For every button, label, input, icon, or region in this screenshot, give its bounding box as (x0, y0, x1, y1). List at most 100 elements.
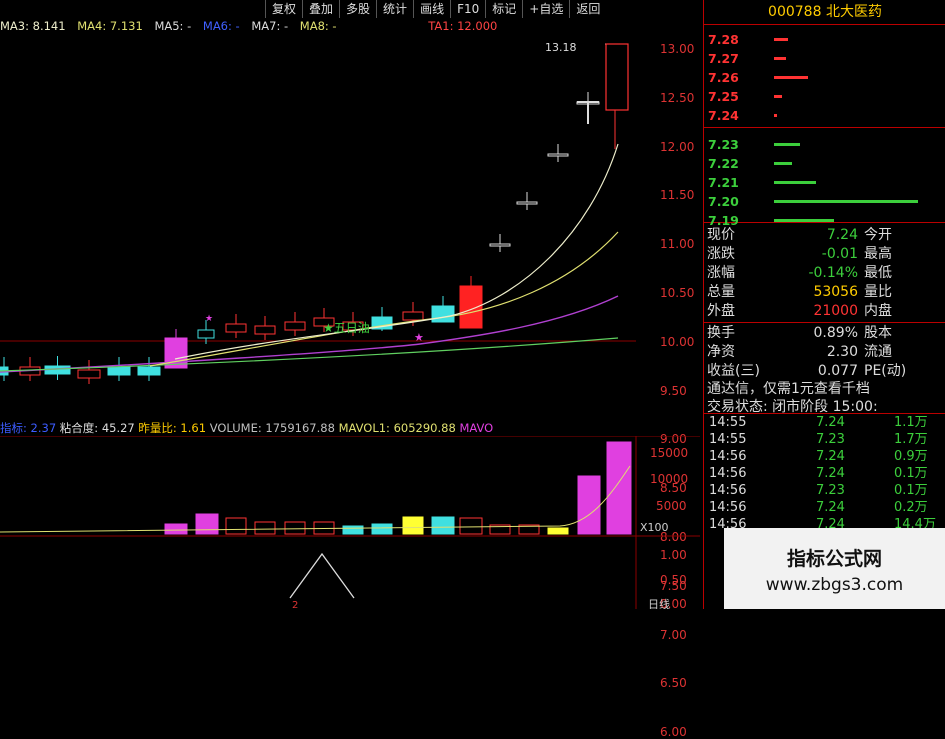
lower-indicator-line (289, 552, 355, 599)
quote-row: 现价 7.24 今开 (707, 227, 892, 243)
ma5-label: MA5: - (154, 19, 192, 33)
ma3-label: MA3: 8.141 (0, 19, 66, 33)
quote-row: 换手 0.89% 股本 (707, 325, 892, 341)
price-tick: 11.50 (660, 188, 695, 203)
timeframe-label: 日线 (648, 597, 670, 609)
price-tick: 13.00 (660, 42, 695, 56)
volume-bar (371, 523, 393, 535)
orderbook-price[interactable]: 7.25 (708, 89, 739, 104)
volume-header: 指标: 2.37 粘合度: 45.27 昨量比: 1.61 VOLUME: 17… (0, 421, 640, 435)
stock-code: 000788 (768, 4, 822, 20)
ma4-label: MA4: 7.131 (77, 19, 143, 33)
tick-row: 14:55 7.23 1.7万 (709, 432, 928, 447)
volume-bar (225, 517, 247, 535)
orderbook-depth-bar (774, 57, 786, 60)
volume-bar (431, 516, 455, 535)
order-book: 7.28 7.27 7.26 7.25 7.24 7.23 7.22 7.21 7.20 7.19 (704, 26, 945, 228)
high-price-label: 13.18 (545, 41, 577, 54)
orderbook-depth-bar (774, 219, 834, 222)
candle (0, 357, 9, 381)
quote-row: 外盘 21000 内盘 (707, 303, 892, 319)
orderbook-depth-bar (774, 200, 918, 203)
promo-text[interactable]: 通达信，仅需1元查看千档 (707, 378, 945, 398)
orderbook-depth-bar (774, 162, 792, 165)
price-tick: 6.00 (660, 725, 687, 739)
orderbook-price[interactable]: 7.28 (708, 32, 739, 47)
stock-header: 000788 北大医药 (704, 0, 945, 25)
tick-list[interactable]: 14:55 7.24 1.1万 14:55 7.23 1.7万 14:56 7.24 0.9万 1… (704, 414, 945, 534)
candle (547, 144, 569, 162)
quote-row: 涨幅 -0.14% 最低 (707, 265, 892, 281)
orderbook-price[interactable]: 7.21 (708, 175, 739, 190)
button-draw-line[interactable]: 画线 (413, 0, 450, 18)
stock-name: 北大医药 (825, 4, 882, 20)
star-marker: ★ (414, 331, 424, 344)
tick-row: 14:56 7.23 0.1万 (709, 483, 928, 498)
orderbook-depth-bar (774, 38, 788, 41)
volume-bars (0, 441, 632, 535)
volume-bar (342, 525, 364, 535)
button-fuquan[interactable]: 复权 (265, 0, 302, 18)
orderbook-price[interactable]: 7.26 (708, 70, 739, 85)
lower-marker: 2 (292, 600, 298, 609)
ta1-label: TA1: 12.000 (428, 19, 498, 33)
button-mark[interactable]: 标记 (485, 0, 522, 18)
star-marker-small: ★ (205, 314, 213, 324)
candle (77, 360, 101, 384)
orderbook-price[interactable]: 7.23 (708, 137, 739, 152)
candle (284, 312, 306, 336)
ma7-label: MA7: - (251, 19, 289, 33)
orderbook-price[interactable]: 7.22 (708, 156, 739, 171)
five-day-annotation: ★五日油 (323, 321, 370, 335)
orderbook-depth-bar (774, 95, 782, 98)
button-add-favorite[interactable]: +自选 (522, 0, 569, 18)
button-multi-stock[interactable]: 多股 (339, 0, 376, 18)
orderbook-depth-bar (774, 76, 808, 79)
vol-tick-5000: 5000 (656, 499, 687, 513)
volume-bar (284, 521, 306, 535)
orderbook-price[interactable]: 7.27 (708, 51, 739, 66)
button-overlay[interactable]: 叠加 (302, 0, 339, 18)
quote-panel: 000788 北大医药 7.28 7.27 7.26 7.25 7.24 7.23 7.22… (703, 0, 945, 609)
volume-bar (254, 521, 276, 535)
volume-bar (547, 527, 569, 535)
price-tick: 6.50 (660, 676, 687, 691)
ma-line-purple (0, 295, 619, 373)
tick-row: 14:55 7.24 1.1万 (709, 415, 928, 430)
orderbook-price[interactable]: 7.24 (708, 108, 739, 123)
orderbook-depth-bar (774, 114, 777, 117)
ma6-label: MA6: - (202, 19, 240, 33)
mavol1-value: MAVOL1: 605290.88 (338, 421, 456, 435)
price-tick: 11.00 (660, 237, 695, 252)
orderbook-depth-bar (774, 143, 800, 146)
candle-body (431, 305, 455, 323)
candle (137, 357, 161, 381)
volume-bar (164, 523, 188, 535)
ma-line-yellow (149, 231, 619, 367)
candle (225, 314, 247, 338)
lower-tick-1: 1.00 (660, 548, 687, 562)
button-back[interactable]: 返回 (569, 0, 606, 18)
candle (19, 357, 41, 381)
button-statistics[interactable]: 统计 (376, 0, 413, 18)
candle (489, 234, 511, 252)
quote-rows: 现价 7.24 今开 涨跌 -0.01 最高 涨幅 -0.14% 最低 总量 53056 量比 外盘 21… (704, 226, 945, 379)
volume-bar (606, 441, 632, 535)
orderbook-price[interactable]: 7.20 (708, 194, 739, 209)
price-chart[interactable]: 13.18 ★五日油 ★ ★ (0, 34, 636, 414)
price-tick: 10.50 (660, 286, 695, 300)
button-f10[interactable]: F10 (450, 0, 485, 18)
quote-row: 总量 53056 量比 (707, 284, 892, 300)
lower-tick-05: 0.50 (660, 573, 687, 587)
indicator-value: 指标: 2.37 (0, 421, 57, 435)
volume-ratio: 昨量比: 1.61 (138, 421, 207, 435)
mavol2-value: MAVO (459, 421, 494, 435)
candle-limit-up (605, 43, 629, 111)
vol-tick-15000: 15000 (650, 446, 688, 460)
price-tick: 9.50 (660, 383, 687, 398)
volume-chart[interactable]: 15000 10000 5000 X100 1.00 0.50 0.00 2 日… (0, 436, 700, 609)
top-toolbar: 复权 叠加 多股 统计 画线 F10 标记 +自选 返回 (265, 0, 606, 18)
price-tick: 7.00 (660, 627, 687, 642)
tick-row: 14:56 7.24 0.2万 (709, 500, 928, 515)
candle (254, 316, 276, 340)
